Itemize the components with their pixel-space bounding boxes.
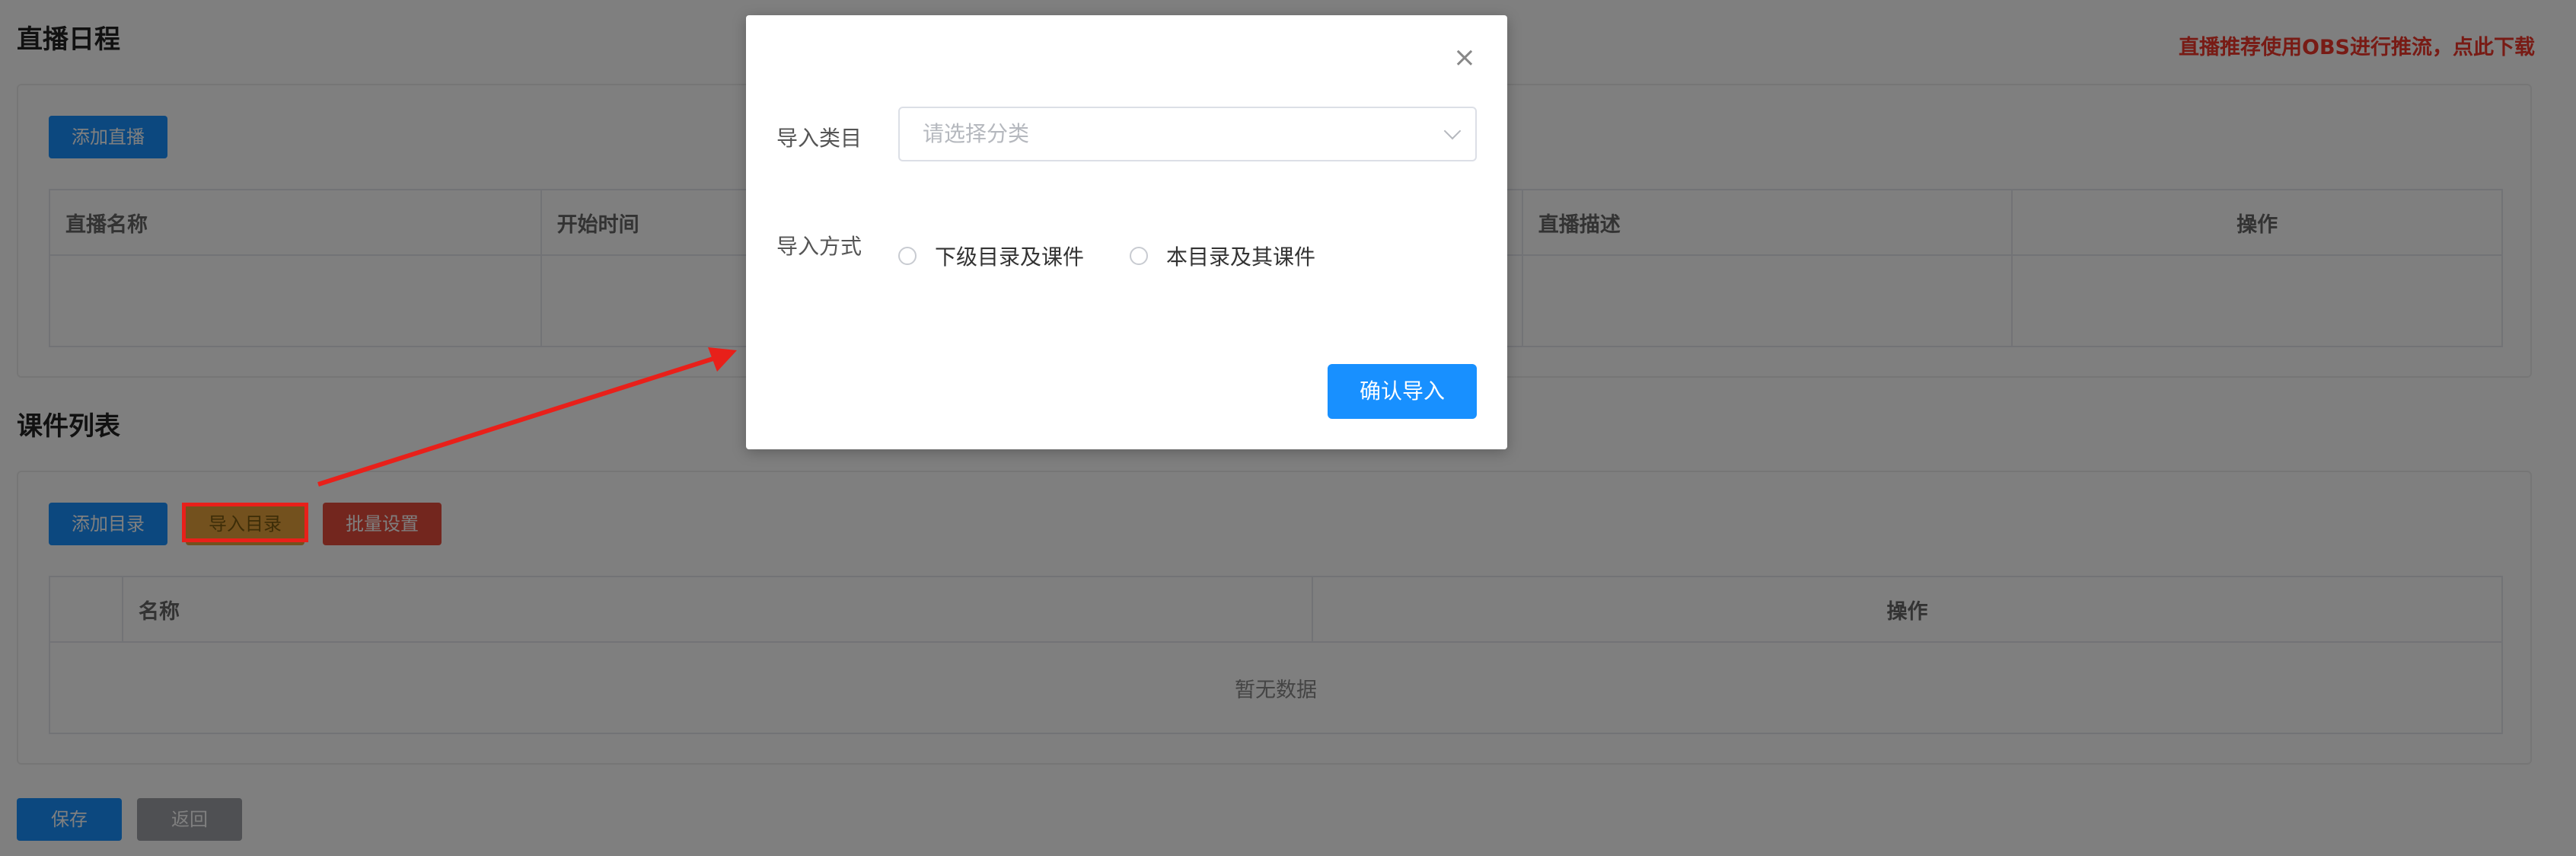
radio-circle[interactable] [1130,247,1148,265]
radio-sub-directory[interactable]: 下级目录及课件 [898,241,1084,271]
category-placeholder: 请选择分类 [923,121,1030,146]
method-label: 导入方式 [776,234,862,259]
close-icon[interactable]: × [1449,43,1480,73]
import-dialog: × 导入类目 请选择分类 导入方式 下级目录及课件 本目录及其课件 确认导入 [746,15,1507,449]
chevron-down-icon [1443,122,1462,140]
radio-this-directory-label: 本目录及其课件 [1166,244,1316,270]
category-label: 导入类目 [776,126,862,151]
radio-sub-directory-label: 下级目录及课件 [935,244,1085,270]
radio-circle[interactable] [898,247,917,265]
category-select[interactable]: 请选择分类 [898,107,1477,161]
confirm-import-button[interactable]: 确认导入 [1328,364,1477,419]
radio-this-directory[interactable]: 本目录及其课件 [1130,241,1315,271]
